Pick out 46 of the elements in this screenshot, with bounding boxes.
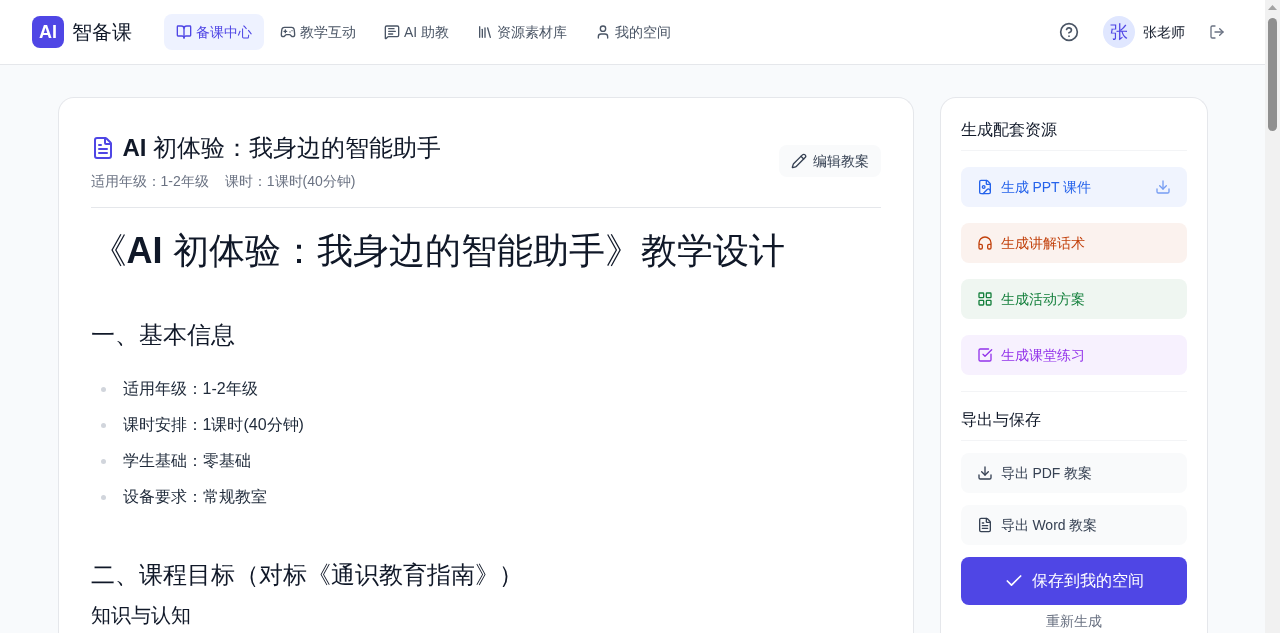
download-icon [976, 465, 993, 481]
nav-tab[interactable]: 我的空间 [583, 14, 684, 50]
subsection-heading: 知识与认知 [90, 603, 192, 628]
edit-button[interactable]: 编辑教案 [778, 144, 881, 177]
nav-tab[interactable]: 教学互动 [268, 14, 368, 50]
list-item-text: 设备要求：常规教室 [122, 487, 267, 507]
export-button[interactable]: 导出 Word 教案 [960, 505, 1187, 545]
chat-icon [384, 24, 400, 40]
panel-heading: 生成配套资源 [960, 118, 1187, 151]
book-icon [176, 24, 192, 40]
library-icon [477, 24, 494, 40]
logo-mark: AI [32, 16, 64, 48]
grid-icon [976, 291, 993, 307]
user-name: 张老师 [1143, 23, 1185, 42]
gamepad-icon [280, 24, 296, 40]
user-avatar[interactable]: 张 [1103, 16, 1135, 48]
image-file-icon [976, 179, 993, 195]
panel-heading: 导出与保存 [960, 408, 1187, 441]
lesson-meta: 适用年级：1-2年级 [90, 172, 209, 191]
lesson-meta: 课时：1课时(40分钟) [224, 172, 356, 191]
list-item-text: 学生基础：零基础 [122, 451, 251, 471]
nav-tab[interactable]: AI 助教 [372, 14, 462, 50]
logout-icon [1209, 24, 1225, 40]
regenerate-link[interactable]: 重新生成 [1045, 611, 1102, 631]
scroll-up-arrow-icon[interactable] [1268, 5, 1277, 10]
section-heading: 二、课程目标（对标《通识教育指南》） [90, 560, 524, 590]
pencil-icon [790, 152, 807, 169]
app-name: 智备课 [72, 20, 132, 45]
nav-tab[interactable]: 备课中心 [164, 14, 264, 50]
list-item-text: 课时安排：1课时(40分钟) [122, 415, 304, 435]
nav-tab[interactable]: 资源素材库 [465, 14, 580, 50]
generate-button[interactable]: 生成讲解话术 [960, 223, 1187, 263]
checkbox-icon [976, 347, 993, 363]
section-heading: 一、基本信息 [90, 320, 236, 350]
list-item-text: 适用年级：1-2年级 [122, 379, 258, 399]
generate-button[interactable]: 生成课堂练习 [960, 335, 1187, 375]
help-icon [1059, 22, 1079, 42]
lesson-title: AI 初体验：我身边的智能助手 [122, 133, 442, 163]
document-icon [976, 517, 993, 533]
generate-button[interactable]: 生成 PPT 课件 [960, 167, 1187, 207]
generate-button[interactable]: 生成活动方案 [960, 279, 1187, 319]
headphones-icon [976, 235, 993, 251]
export-button[interactable]: 导出 PDF 教案 [960, 453, 1187, 493]
scrollbar-thumb[interactable] [1268, 18, 1277, 131]
document-title: 《AI 初体验：我身边的智能助手》教学设计 [90, 231, 786, 271]
save-button[interactable]: 保存到我的空间 [960, 557, 1187, 605]
